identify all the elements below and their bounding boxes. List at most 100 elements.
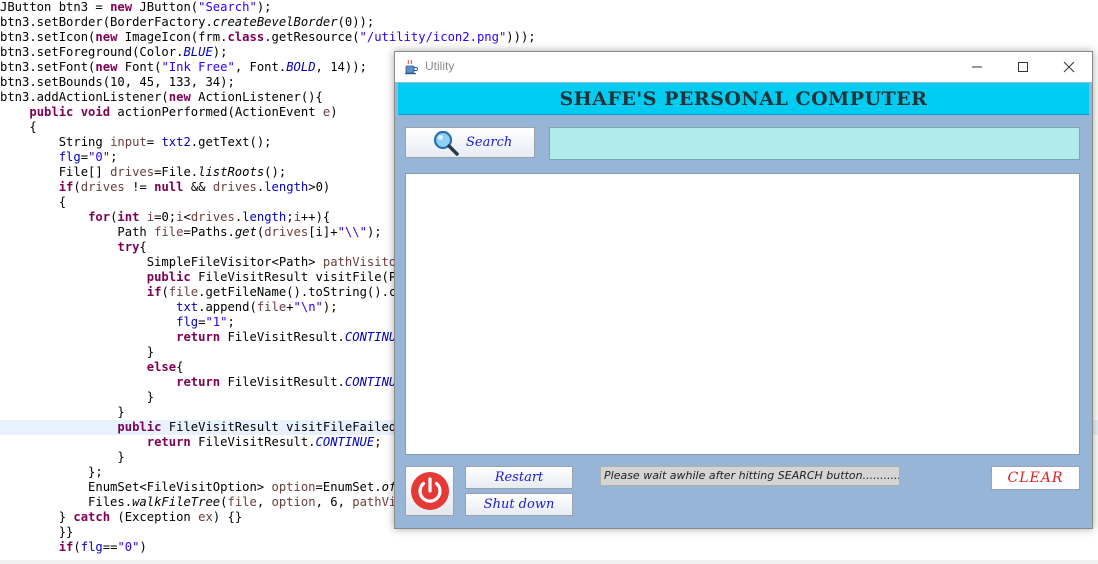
results-text-area[interactable]	[405, 173, 1080, 455]
code-token: JButton(	[132, 0, 199, 14]
code-token: pathVisitor	[322, 255, 404, 269]
code-token: "/utility/icon2.png"	[359, 30, 507, 44]
code-token: null	[154, 180, 184, 194]
code-token: "\n"	[293, 300, 323, 314]
code-token: {	[0, 195, 67, 209]
code-token: {	[0, 120, 37, 134]
code-token: )	[139, 540, 147, 554]
code-line: btn3.setBorder(BorderFactory.createBevel…	[0, 15, 1098, 30]
code-token: FileVisitResult visitFile(Pa	[190, 270, 404, 284]
code-token: );	[212, 45, 228, 59]
code-token: .getText();	[190, 135, 272, 149]
code-token: ImageIcon(frm.	[117, 30, 228, 44]
code-token: length	[242, 210, 287, 224]
code-token: return	[146, 435, 191, 449]
code-token: ActionListener(){	[190, 90, 323, 104]
code-token: ) {}	[212, 510, 243, 524]
code-token: ();	[264, 165, 287, 179]
code-token: class	[227, 30, 265, 44]
minimize-button[interactable]	[954, 52, 1000, 82]
code-token: =EnumSet.	[315, 480, 382, 494]
code-line: if(flg=="0")	[0, 540, 1098, 555]
code-token: "1"	[205, 315, 228, 329]
code-token: return	[176, 330, 221, 344]
code-token: (	[73, 180, 81, 194]
code-token: }	[0, 345, 155, 359]
code-token: [i]+	[308, 225, 338, 239]
close-button[interactable]	[1046, 52, 1092, 82]
code-token: , Font.	[234, 60, 287, 74]
window-titlebar[interactable]: Utility	[395, 52, 1092, 82]
code-token: btn3.setIcon(	[0, 30, 96, 44]
code-token: for	[88, 210, 111, 224]
code-token: new	[168, 90, 191, 104]
code-token: option	[271, 495, 316, 509]
search-button[interactable]: Search	[405, 127, 535, 158]
code-token: .append(	[198, 300, 257, 314]
code-token: ,	[256, 495, 272, 509]
code-token: =File.	[154, 165, 199, 179]
code-token: int	[117, 210, 140, 224]
code-token: ;	[374, 435, 382, 449]
code-token: public void	[29, 105, 111, 119]
code-token: }	[0, 405, 125, 419]
code-token: BLUE	[183, 45, 213, 59]
code-token: new	[95, 60, 118, 74]
code-token: if	[146, 285, 162, 299]
code-token: try	[117, 240, 140, 254]
code-token: "Search"	[198, 0, 257, 14]
code-token: createBevelBorder	[212, 15, 338, 29]
code-token: >0)	[308, 180, 331, 194]
code-token: FileVisitResult.	[220, 375, 345, 389]
editor-bottom-strip	[0, 560, 1098, 564]
restart-button[interactable]: Restart	[465, 466, 573, 489]
code-token: );	[366, 225, 382, 239]
code-token: +	[286, 300, 294, 314]
title-banner: SHAFE'S PERSONAL COMPUTER	[398, 83, 1089, 115]
code-token: "Ink Free"	[161, 60, 235, 74]
code-token: flg	[176, 315, 199, 329]
search-button-label: Search	[466, 135, 513, 150]
code-token: }}	[0, 525, 74, 539]
code-token: file	[168, 285, 199, 299]
code-token: option	[271, 480, 316, 494]
code-token: JButton btn3 =	[0, 0, 111, 14]
code-token: (	[73, 540, 81, 554]
code-token: FileVisitResult.	[220, 330, 345, 344]
code-token: drives	[212, 180, 257, 194]
code-token: );	[322, 300, 338, 314]
code-token: BOLD	[286, 60, 316, 74]
close-icon	[1063, 61, 1075, 73]
clear-button[interactable]: CLEAR	[991, 466, 1080, 490]
code-token: listRoots	[198, 165, 265, 179]
code-line: JButton btn3 = new JButton("Search");	[0, 0, 1098, 15]
code-token: (0));	[337, 15, 375, 29]
code-token: )));	[506, 30, 536, 44]
code-token: String	[0, 135, 111, 149]
code-line: btn3.setIcon(new ImageIcon(frm.class.get…	[0, 30, 1098, 45]
code-token: drives	[190, 210, 235, 224]
maximize-button[interactable]	[1000, 52, 1046, 82]
shutdown-button[interactable]: Shut down	[465, 493, 573, 516]
code-token: File[]	[0, 165, 111, 179]
code-token: ex	[198, 510, 213, 524]
power-button[interactable]	[405, 466, 454, 516]
code-token: "\\"	[337, 225, 367, 239]
search-input[interactable]	[549, 127, 1080, 160]
code-token: new	[95, 30, 118, 44]
code-token: actionPerformed(ActionEvent	[110, 105, 323, 119]
status-label: Please wait awhile after hitting SEARCH …	[600, 466, 900, 486]
code-token: =Paths.	[183, 225, 235, 239]
code-token: walkFileTree	[132, 495, 221, 509]
code-token: };	[0, 465, 103, 479]
window-title: Utility	[425, 59, 455, 73]
code-token: "0"	[117, 540, 140, 554]
